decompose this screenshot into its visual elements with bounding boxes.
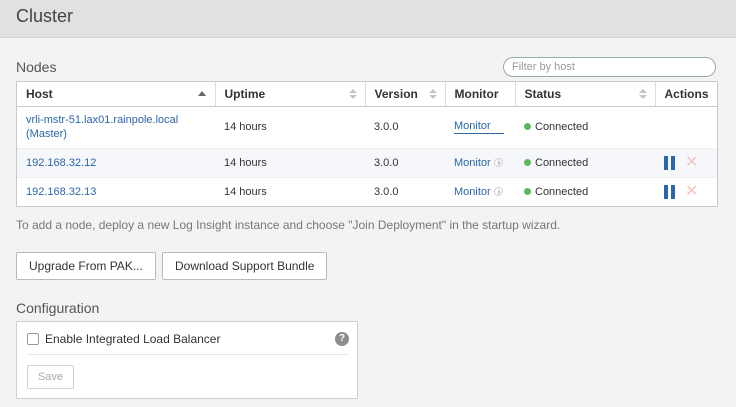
column-header-host[interactable]: Host (17, 82, 216, 107)
sort-ascending-icon (197, 91, 206, 96)
uptime-cell: 14 hours (215, 147, 365, 177)
actions-cell (655, 106, 717, 148)
table-row: 192.168.32.12 14 hours 3.0.0 Monitor Con… (17, 147, 717, 177)
status-dot-icon (524, 158, 531, 166)
actions-cell: ✕ (655, 147, 717, 177)
sort-icon (638, 89, 647, 99)
sort-icon (428, 89, 437, 99)
status-text: Connected (535, 185, 589, 198)
status-dot-icon (524, 187, 531, 195)
uptime-cell: 14 hours (224, 121, 267, 133)
page-title: Cluster (16, 6, 74, 26)
load-balancer-label[interactable]: Enable Integrated Load Balancer (45, 332, 220, 346)
host-link[interactable]: 192.168.32.12 (26, 157, 96, 169)
column-header-status[interactable]: Status (515, 82, 656, 107)
arrow-right-icon[interactable] (493, 157, 503, 167)
download-support-bundle-button[interactable]: Download Support Bundle (162, 252, 328, 280)
monitor-link[interactable]: Monitor (454, 157, 491, 169)
nodes-section-title: Nodes (16, 59, 57, 75)
status-text: Connected (535, 156, 589, 169)
status-cell: Connected (515, 176, 655, 206)
column-header-version[interactable]: Version (365, 82, 446, 107)
host-link[interactable]: vrli-mstr-51.lax01.rainpole.local (Maste… (26, 114, 178, 140)
column-header-actions: Actions (655, 82, 717, 107)
column-header-uptime[interactable]: Uptime (215, 82, 366, 107)
load-balancer-checkbox[interactable] (27, 333, 39, 345)
uptime-cell: 14 hours (215, 176, 365, 206)
sort-icon (348, 89, 357, 99)
save-button: Save (27, 365, 74, 389)
help-icon[interactable]: ? (335, 332, 349, 346)
status-text: Connected (535, 121, 589, 133)
table-row: vrli-mstr-51.lax01.rainpole.local (Maste… (17, 106, 717, 148)
version-cell: 3.0.0 (374, 121, 399, 133)
actions-cell: ✕ (655, 176, 717, 206)
pause-icon[interactable] (664, 184, 676, 199)
upgrade-from-pak-button[interactable]: Upgrade From PAK... (16, 252, 156, 280)
monitor-link[interactable]: Monitor (454, 186, 491, 198)
page-header: Cluster (0, 0, 736, 38)
filter-by-host-input[interactable] (503, 57, 716, 77)
add-node-hint: To add a node, deploy a new Log Insight … (16, 218, 561, 232)
status-cell: Connected (515, 106, 655, 148)
remove-icon[interactable]: ✕ (685, 154, 698, 170)
status-dot-icon (524, 123, 531, 130)
version-cell: 3.0.0 (365, 147, 445, 177)
configuration-section-title: Configuration (16, 300, 100, 316)
remove-icon[interactable]: ✕ (685, 183, 698, 199)
table-row: 192.168.32.13 14 hours 3.0.0 Monitor Con… (17, 176, 717, 206)
load-balancer-row: Enable Integrated Load Balancer ? (27, 332, 349, 355)
status-cell: Connected (515, 147, 655, 177)
arrow-right-icon[interactable] (493, 186, 503, 196)
nodes-table: Host Uptime Version Monitor Status Actio… (16, 81, 718, 207)
monitor-link[interactable]: Monitor (454, 120, 504, 134)
pause-icon[interactable] (664, 155, 676, 170)
column-header-monitor: Monitor (445, 82, 516, 107)
version-cell: 3.0.0 (365, 176, 445, 206)
configuration-panel: Enable Integrated Load Balancer ? Save (16, 321, 358, 399)
host-link[interactable]: 192.168.32.13 (26, 186, 96, 198)
